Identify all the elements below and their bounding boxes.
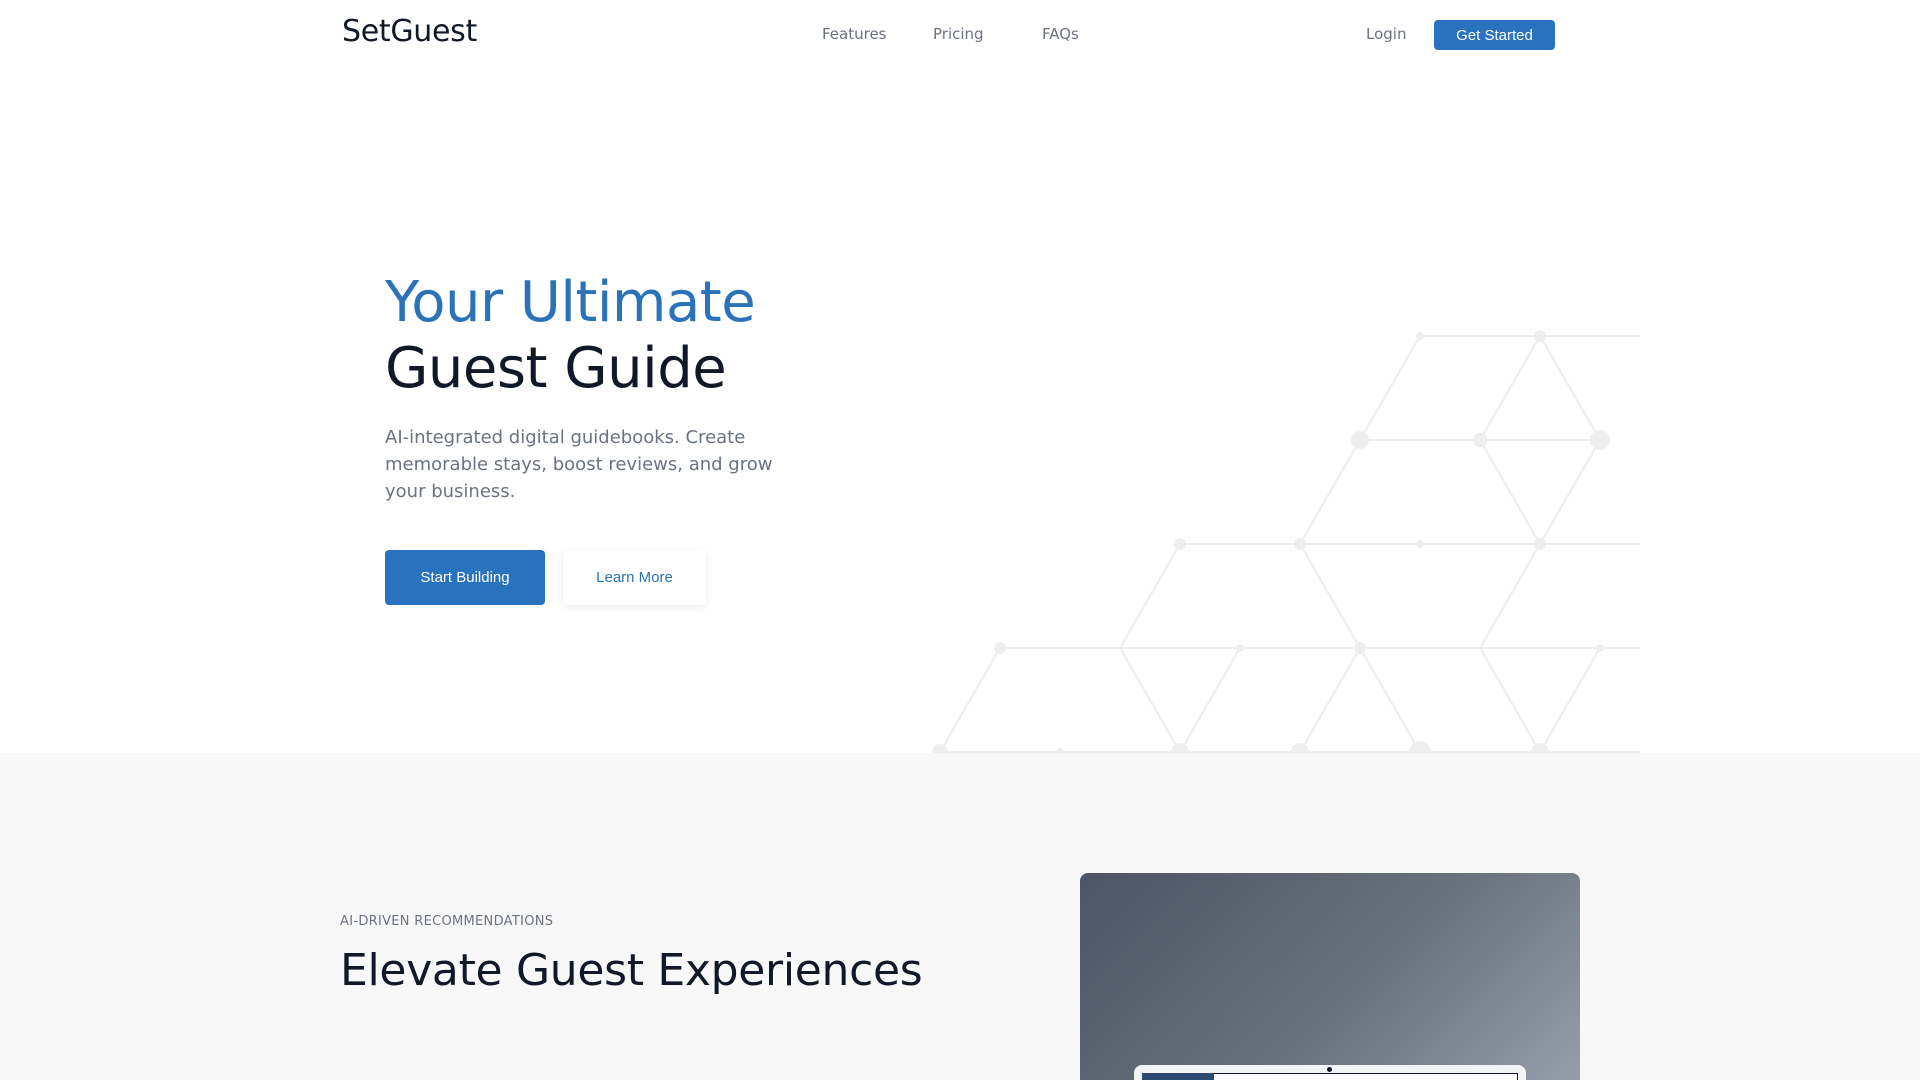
- brand-logo[interactable]: SetGuest: [342, 14, 477, 49]
- top-navigation: SetGuest Features Pricing FAQs Login Get…: [0, 0, 1920, 70]
- laptop-screen-sidebar: [1142, 1073, 1214, 1080]
- features-section: AI-DRIVEN RECOMMENDATIONS Elevate Guest …: [0, 753, 1920, 1080]
- hero-subtitle: AI-integrated digital guidebooks. Create…: [385, 427, 773, 502]
- hexagon-network-background: [932, 330, 1640, 753]
- camera-dot-icon: [1327, 1067, 1332, 1072]
- features-title: Elevate Guest Experiences: [340, 945, 923, 996]
- laptop-mockup: [1134, 1065, 1526, 1080]
- nav-link-features[interactable]: Features: [822, 25, 887, 43]
- hero-title-accent: Your Ultimate: [385, 270, 756, 335]
- nav-link-pricing[interactable]: Pricing: [933, 25, 984, 43]
- learn-more-button[interactable]: Learn More: [563, 550, 706, 605]
- login-link[interactable]: Login: [1366, 25, 1406, 43]
- hero-section: Your Ultimate Guest Guide AI-integrated …: [0, 70, 1920, 753]
- features-eyebrow: AI-DRIVEN RECOMMENDATIONS: [340, 914, 554, 929]
- hero-title: Your Ultimate Guest Guide: [385, 270, 756, 402]
- start-building-button[interactable]: Start Building: [385, 550, 545, 605]
- hero-title-main: Guest Guide: [385, 336, 727, 401]
- product-preview-image: [1080, 873, 1580, 1080]
- get-started-button[interactable]: Get Started: [1434, 20, 1555, 50]
- nav-link-faqs[interactable]: FAQs: [1042, 25, 1079, 43]
